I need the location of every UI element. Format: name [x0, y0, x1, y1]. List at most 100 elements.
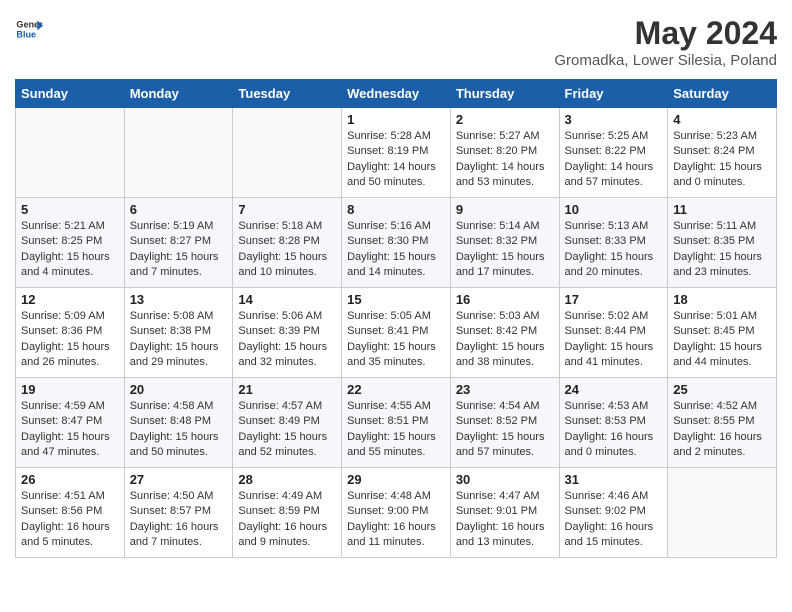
day-info: Sunrise: 4:48 AMSunset: 9:00 PMDaylight:…: [347, 489, 445, 551]
day-number: 1: [347, 112, 445, 127]
day-info: Sunrise: 4:57 AMSunset: 8:49 PMDaylight:…: [238, 399, 336, 461]
day-number: 4: [673, 112, 771, 127]
day-number: 3: [565, 112, 663, 127]
day-info: Sunrise: 4:51 AMSunset: 8:56 PMDaylight:…: [21, 489, 119, 551]
day-info: Sunrise: 4:53 AMSunset: 8:53 PMDaylight:…: [565, 399, 663, 461]
calendar-week-row: 19Sunrise: 4:59 AMSunset: 8:47 PMDayligh…: [16, 378, 777, 468]
calendar-cell: 16Sunrise: 5:03 AMSunset: 8:42 PMDayligh…: [450, 288, 559, 378]
calendar-cell: 10Sunrise: 5:13 AMSunset: 8:33 PMDayligh…: [559, 198, 668, 288]
day-number: 13: [130, 292, 228, 307]
calendar-cell: 13 Sunrise: 5:08 AMSunset: 8:38 PMDayligh…: [124, 288, 233, 378]
calendar-cell: 30 Sunrise: 4:47 AMSunset: 9:01 PMDayligh…: [450, 468, 559, 558]
day-info: Sunrise: 5:27 AMSunset: 8:20 PMDaylight:…: [456, 129, 554, 191]
calendar-cell: 25Sunrise: 4:52 AMSunset: 8:55 PMDayligh…: [668, 378, 777, 468]
calendar-cell: 19Sunrise: 4:59 AMSunset: 8:47 PMDayligh…: [16, 378, 125, 468]
logo-icon: General Blue: [15, 15, 43, 43]
day-info: Sunrise: 5:25 AMSunset: 8:22 PMDaylight:…: [565, 129, 663, 191]
day-info: Sunrise: 5:23 AMSunset: 8:24 PMDaylight:…: [673, 129, 771, 191]
day-info: Sunrise: 5:19 AMSunset: 8:27 PMDaylight:…: [130, 219, 228, 281]
day-number: 29: [347, 472, 445, 487]
calendar-cell: 11Sunrise: 5:11 AMSunset: 8:35 PMDayligh…: [668, 198, 777, 288]
title-area: May 2024 Gromadka, Lower Silesia, Poland: [554, 15, 777, 69]
day-number: 30: [456, 472, 554, 487]
day-info: Sunrise: 5:16 AMSunset: 8:30 PMDaylight:…: [347, 219, 445, 281]
day-info: Sunrise: 5:11 AMSunset: 8:35 PMDaylight:…: [673, 219, 771, 281]
calendar-cell: 23 Sunrise: 4:54 AMSunset: 8:52 PMDayligh…: [450, 378, 559, 468]
calendar-cell: 2 Sunrise: 5:27 AMSunset: 8:20 PMDaylight…: [450, 108, 559, 198]
calendar-cell: 6 Sunrise: 5:19 AMSunset: 8:27 PMDaylight…: [124, 198, 233, 288]
day-number: 14: [238, 292, 336, 307]
day-info: Sunrise: 5:18 AMSunset: 8:28 PMDaylight:…: [238, 219, 336, 281]
day-info: Sunrise: 5:14 AMSunset: 8:32 PMDaylight:…: [456, 219, 554, 281]
calendar-cell: 7 Sunrise: 5:18 AMSunset: 8:28 PMDaylight…: [233, 198, 342, 288]
month-title: May 2024: [554, 15, 777, 52]
day-info: Sunrise: 4:54 AMSunset: 8:52 PMDaylight:…: [456, 399, 554, 461]
day-number: 31: [565, 472, 663, 487]
day-number: 28: [238, 472, 336, 487]
header: General Blue May 2024 Gromadka, Lower Si…: [15, 15, 777, 69]
day-info: Sunrise: 5:09 AMSunset: 8:36 PMDaylight:…: [21, 309, 119, 371]
day-number: 15: [347, 292, 445, 307]
day-info: Sunrise: 4:46 AMSunset: 9:02 PMDaylight:…: [565, 489, 663, 551]
day-info: Sunrise: 5:13 AMSunset: 8:33 PMDaylight:…: [565, 219, 663, 281]
calendar-cell: 29 Sunrise: 4:48 AMSunset: 9:00 PMDayligh…: [342, 468, 451, 558]
day-info: Sunrise: 5:01 AMSunset: 8:45 PMDaylight:…: [673, 309, 771, 371]
day-number: 17: [565, 292, 663, 307]
day-number: 6: [130, 202, 228, 217]
calendar-cell: 22 Sunrise: 4:55 AMSunset: 8:51 PMDayligh…: [342, 378, 451, 468]
calendar-cell: 31 Sunrise: 4:46 AMSunset: 9:02 PMDayligh…: [559, 468, 668, 558]
calendar-cell: 28 Sunrise: 4:49 AMSunset: 8:59 PMDayligh…: [233, 468, 342, 558]
day-info: Sunrise: 4:59 AMSunset: 8:47 PMDaylight:…: [21, 399, 119, 461]
weekday-header-friday: Friday: [559, 80, 668, 108]
calendar-cell: 24 Sunrise: 4:53 AMSunset: 8:53 PMDayligh…: [559, 378, 668, 468]
day-number: 21: [238, 382, 336, 397]
day-info: Sunrise: 5:28 AMSunset: 8:19 PMDaylight:…: [347, 129, 445, 191]
svg-text:Blue: Blue: [16, 29, 36, 39]
day-info: Sunrise: 4:55 AMSunset: 8:51 PMDaylight:…: [347, 399, 445, 461]
logo: General Blue: [15, 15, 43, 43]
calendar-week-row: 26 Sunrise: 4:51 AMSunset: 8:56 PMDayligh…: [16, 468, 777, 558]
day-number: 26: [21, 472, 119, 487]
calendar-cell: 20 Sunrise: 4:58 AMSunset: 8:48 PMDayligh…: [124, 378, 233, 468]
day-number: 20: [130, 382, 228, 397]
calendar-week-row: 5Sunrise: 5:21 AMSunset: 8:25 PMDaylight…: [16, 198, 777, 288]
calendar-cell: [16, 108, 125, 198]
day-info: Sunrise: 5:06 AMSunset: 8:39 PMDaylight:…: [238, 309, 336, 371]
calendar-cell: 3 Sunrise: 5:25 AMSunset: 8:22 PMDaylight…: [559, 108, 668, 198]
weekday-header-monday: Monday: [124, 80, 233, 108]
location-subtitle: Gromadka, Lower Silesia, Poland: [554, 52, 777, 69]
calendar-cell: [233, 108, 342, 198]
calendar-week-row: 1 Sunrise: 5:28 AMSunset: 8:19 PMDaylight…: [16, 108, 777, 198]
weekday-header-saturday: Saturday: [668, 80, 777, 108]
calendar-cell: 9Sunrise: 5:14 AMSunset: 8:32 PMDaylight…: [450, 198, 559, 288]
weekday-header-sunday: Sunday: [16, 80, 125, 108]
day-info: Sunrise: 5:02 AMSunset: 8:44 PMDaylight:…: [565, 309, 663, 371]
calendar-cell: 17 Sunrise: 5:02 AMSunset: 8:44 PMDayligh…: [559, 288, 668, 378]
day-info: Sunrise: 4:49 AMSunset: 8:59 PMDaylight:…: [238, 489, 336, 551]
calendar-cell: 21 Sunrise: 4:57 AMSunset: 8:49 PMDayligh…: [233, 378, 342, 468]
day-number: 7: [238, 202, 336, 217]
day-number: 27: [130, 472, 228, 487]
day-info: Sunrise: 5:05 AMSunset: 8:41 PMDaylight:…: [347, 309, 445, 371]
calendar-cell: 27Sunrise: 4:50 AMSunset: 8:57 PMDayligh…: [124, 468, 233, 558]
day-number: 22: [347, 382, 445, 397]
day-number: 23: [456, 382, 554, 397]
day-number: 25: [673, 382, 771, 397]
weekday-header-wednesday: Wednesday: [342, 80, 451, 108]
calendar-cell: 4 Sunrise: 5:23 AMSunset: 8:24 PMDaylight…: [668, 108, 777, 198]
calendar-cell: 15 Sunrise: 5:05 AMSunset: 8:41 PMDayligh…: [342, 288, 451, 378]
day-number: 8: [347, 202, 445, 217]
day-number: 16: [456, 292, 554, 307]
calendar-week-row: 12 Sunrise: 5:09 AMSunset: 8:36 PMDayligh…: [16, 288, 777, 378]
weekday-header-thursday: Thursday: [450, 80, 559, 108]
day-number: 24: [565, 382, 663, 397]
day-info: Sunrise: 4:47 AMSunset: 9:01 PMDaylight:…: [456, 489, 554, 551]
day-number: 12: [21, 292, 119, 307]
weekday-header-tuesday: Tuesday: [233, 80, 342, 108]
calendar-cell: 5Sunrise: 5:21 AMSunset: 8:25 PMDaylight…: [16, 198, 125, 288]
calendar-cell: 1 Sunrise: 5:28 AMSunset: 8:19 PMDaylight…: [342, 108, 451, 198]
calendar-cell: 8 Sunrise: 5:16 AMSunset: 8:30 PMDaylight…: [342, 198, 451, 288]
day-number: 2: [456, 112, 554, 127]
day-info: Sunrise: 4:58 AMSunset: 8:48 PMDaylight:…: [130, 399, 228, 461]
day-info: Sunrise: 5:08 AMSunset: 8:38 PMDaylight:…: [130, 309, 228, 371]
